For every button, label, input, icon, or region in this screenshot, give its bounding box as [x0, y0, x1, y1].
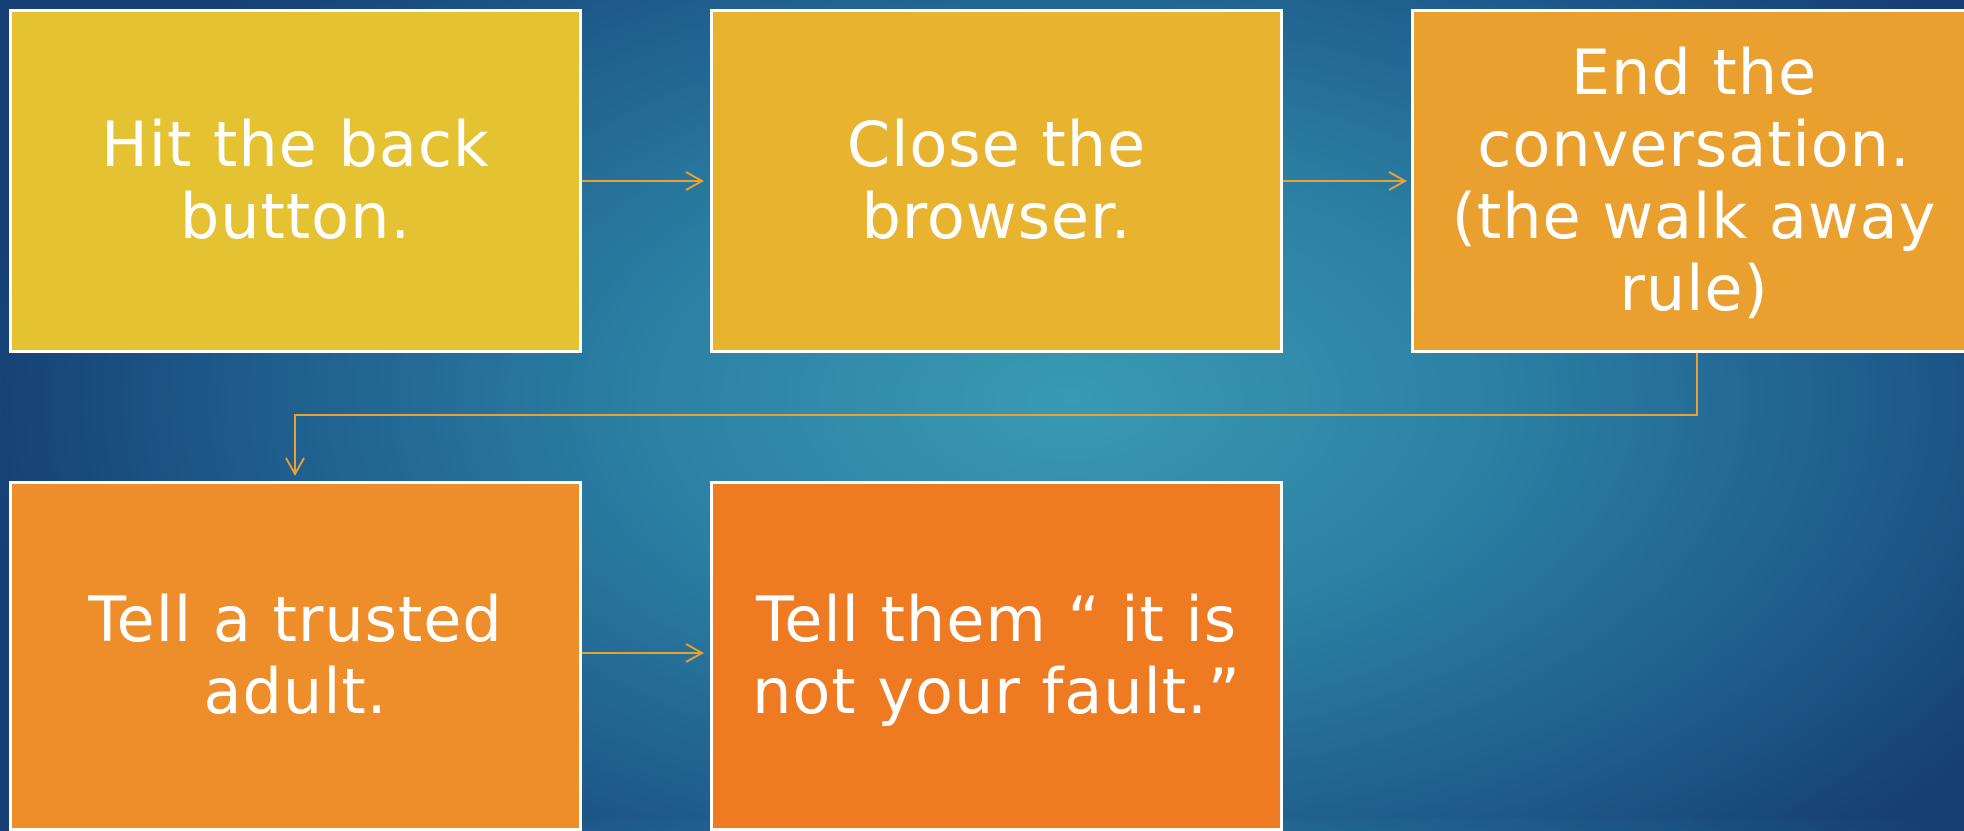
step-text: Close the browser. — [846, 108, 1147, 253]
step-box-not-your-fault: Tell them “ it is not your fault.” — [710, 481, 1283, 831]
arrow-step4-to-step5 — [582, 643, 705, 663]
step-text: Tell a trusted adult. — [88, 583, 503, 728]
step-text: End the conversation. (the walk away rul… — [1451, 36, 1937, 325]
arrow-step3-to-step4 — [285, 353, 1698, 477]
arrow-step2-to-step3 — [1282, 171, 1408, 191]
step-box-close-browser: Close the browser. — [710, 9, 1283, 353]
step-box-end-conversation: End the conversation. (the walk away rul… — [1411, 9, 1964, 353]
step-text: Hit the back button. — [101, 108, 490, 253]
step-box-tell-trusted-adult: Tell a trusted adult. — [9, 481, 582, 831]
arrow-step1-to-step2 — [582, 171, 705, 191]
step-text: Tell them “ it is not your fault.” — [752, 583, 1241, 728]
step-box-hit-back-button: Hit the back button. — [9, 9, 582, 353]
